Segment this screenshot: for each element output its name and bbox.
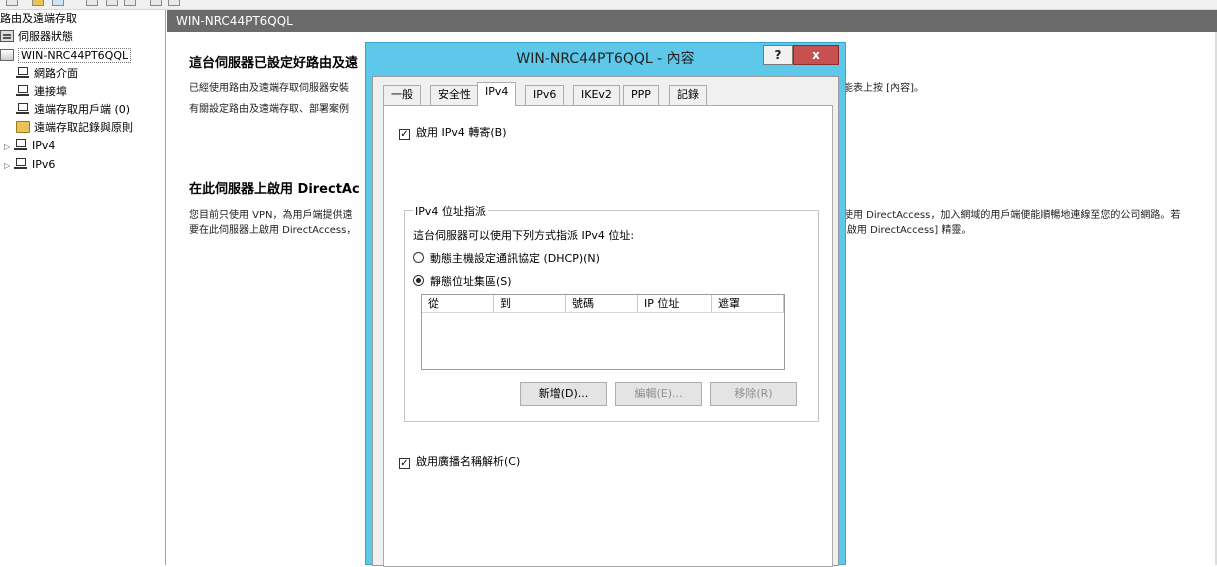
tab-ikev2[interactable]: IKEv2 [573,85,620,105]
column-to[interactable]: 到 [494,295,566,313]
tree-item-ipv4[interactable]: ▷ IPv4 [4,137,55,155]
tree-item-server-status[interactable]: 伺服器狀態 [0,28,73,46]
ipv4-icon [14,139,28,151]
tree-item-label: IPv4 [32,139,56,152]
configured-text-tail: 能表上按 [內容]。 [843,83,924,94]
tree-item-label: IPv6 [32,158,56,171]
tree-item-server[interactable]: WIN-NRC44PT6QQL [0,47,132,65]
toolbar-button[interactable] [124,0,136,6]
tab-ppp[interactable]: PPP [623,85,659,105]
radio-label: 動態主機設定通訊協定 (DHCP)(N) [430,252,600,265]
tab-general[interactable]: 一般 [383,85,421,105]
folder-icon [16,121,30,133]
tree-root[interactable]: 路由及遠端存取 [0,10,77,28]
directaccess-text-2: 要在此伺服器上啟用 DirectAccess， [189,225,357,236]
tree-item-network-interfaces[interactable]: 網路介面 [16,65,78,83]
column-from[interactable]: 從 [422,295,494,313]
tree-item-label: 伺服器狀態 [18,30,73,43]
toolbar [0,0,1217,10]
static-pool-table[interactable]: 從 到 號碼 IP 位址 遮罩 [421,294,785,370]
column-number[interactable]: 號碼 [566,295,638,313]
tree-item-label: 網路介面 [34,67,78,80]
directaccess-text: 您目前只使用 VPN，為用戶端提供遠 [189,210,353,221]
toolbar-button[interactable] [86,0,98,6]
enable-broadcast-checkbox[interactable]: ✓ 啟用廣播名稱解析(C) [399,453,520,469]
server-status-icon [0,30,14,42]
tab-logging[interactable]: 記錄 [669,85,707,105]
ipv4-tab-panel: ✓ 啟用 IPv4 轉寄(B) IPv4 位址指派 這台伺服器可以使用下列方式指派… [383,105,833,567]
tree-item-ports[interactable]: 連接埠 [16,83,67,101]
checkbox-label: 啟用 IPv4 轉寄(B) [416,126,507,139]
tree-item-logging-policies[interactable]: 遠端存取記錄與原則 [16,119,133,137]
tree-item-ipv6[interactable]: ▷ IPv6 [4,156,55,174]
help-text: 有關設定路由及遠端存取、部署案例 [189,104,349,115]
radio-off-icon [413,252,424,263]
tree-item-label: 遠端存取用戶端 (0) [34,103,131,116]
checkbox-checked-icon: ✓ [399,129,410,140]
tree-item-remote-clients[interactable]: 遠端存取用戶端 (0) [16,101,130,119]
properties-dialog: WIN-NRC44PT6QQL - 內容 ? x 一般 安全性 IPv4 IPv… [365,42,846,567]
ports-icon [16,85,30,97]
tab-ipv4[interactable]: IPv4 [477,82,517,106]
configured-title: 這台伺服器已設定好路由及遠 [189,56,359,71]
static-pool-radio[interactable]: 靜態位址集區(S) [413,273,512,289]
server-icon [0,49,14,61]
checkbox-label: 啟用廣播名稱解析(C) [416,455,521,468]
tab-security[interactable]: 安全性 [430,85,479,105]
ipv6-icon [14,158,28,170]
directaccess-text-tail: 使用 DirectAccess，加入網域的用戶端便能順暢地連線至您的公司網路。若 [843,210,1181,221]
column-ip-address[interactable]: IP 位址 [638,295,712,313]
console-tree: 路由及遠端存取 伺服器狀態 WIN-NRC44PT6QQL 網路介面 連接埠 遠… [0,10,166,565]
tree-item-label: 遠端存取記錄與原則 [34,121,133,134]
clients-icon [16,103,30,115]
configured-text: 已經使用路由及遠端存取伺服器安裝 [189,83,349,94]
toolbar-button[interactable] [106,0,118,6]
toolbar-button[interactable] [6,0,18,6]
radio-label: 靜態位址集區(S) [430,275,512,288]
folder-icon[interactable] [32,0,44,6]
edit-button[interactable]: 編輯(E)... [615,382,702,406]
enable-ipv4-forwarding-checkbox[interactable]: ✓ 啟用 IPv4 轉寄(B) [399,124,507,140]
remove-button[interactable]: 移除(R) [710,382,797,406]
network-icon [16,67,30,79]
tree-item-label: 連接埠 [34,85,67,98]
column-mask[interactable]: 遮罩 [712,295,784,313]
expand-arrow-icon[interactable]: ▷ [4,157,12,175]
directaccess-link-text[interactable]: [啟用 DirectAccess] 精靈。 [843,221,971,236]
details-header: WIN-NRC44PT6QQL [167,10,1217,32]
help-button[interactable]: ? [763,45,793,65]
directaccess-title: 在此伺服器上啟用 DirectAc [189,182,360,197]
add-button[interactable]: 新增(D)... [520,382,607,406]
checkbox-checked-icon: ✓ [399,458,410,469]
expand-arrow-icon[interactable]: ▷ [4,138,12,156]
toolbar-button[interactable] [168,0,180,6]
tab-ipv6[interactable]: IPv6 [525,85,565,105]
dhcp-radio[interactable]: 動態主機設定通訊協定 (DHCP)(N) [413,250,600,266]
toolbar-button[interactable] [150,0,162,6]
properties-icon[interactable] [52,0,64,6]
tree-item-label: WIN-NRC44PT6QQL [18,48,132,63]
group-label: IPv4 位址指派 [413,203,488,219]
group-description: 這台伺服器可以使用下列方式指派 IPv4 位址: [413,229,635,242]
dialog-body: 一般 安全性 IPv4 IPv6 IKEv2 PPP 記錄 ✓ 啟用 IPv4 轉… [372,76,839,567]
radio-on-icon [413,275,424,286]
tree-root-label: 路由及遠端存取 [0,12,77,25]
close-button[interactable]: x [793,45,839,65]
